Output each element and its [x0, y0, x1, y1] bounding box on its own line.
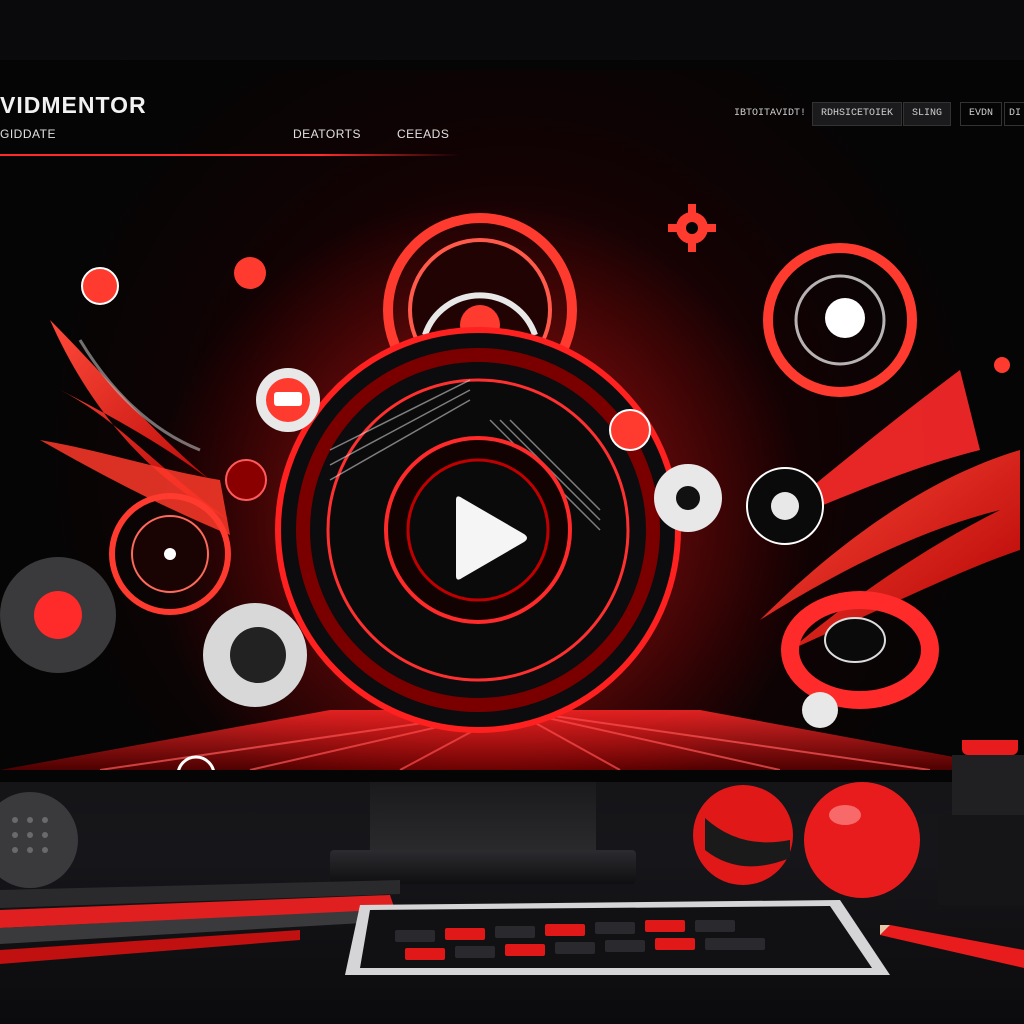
nav-button-4[interactable]: EVDN	[960, 102, 1003, 126]
nav-link-ceeads[interactable]: CEEADS	[397, 127, 449, 141]
keyboard	[345, 900, 890, 975]
nav-link-giddate[interactable]: GIDDATE	[0, 127, 56, 141]
play-icon[interactable]	[438, 490, 534, 586]
site-logo[interactable]: VIDMENTOR	[0, 92, 147, 119]
top-navigation-bar: VIDMENTOR GIDDATE DEATORTS CEEADS IBTOIT…	[0, 70, 1024, 156]
gear-icon	[668, 204, 716, 252]
monitor: VIDMENTOR GIDDATE DEATORTS CEEADS IBTOIT…	[0, 60, 1024, 782]
microphone-icon	[0, 792, 78, 888]
nav-button-1[interactable]: IBTOITAVIDT!	[725, 102, 815, 126]
desk-props	[0, 740, 1024, 975]
nav-button-5[interactable]: DI	[1004, 102, 1024, 126]
screen: VIDMENTOR GIDDATE DEATORTS CEEADS IBTOIT…	[0, 70, 1024, 770]
nav-link-deatorts[interactable]: DEATORTS	[293, 127, 361, 141]
nav-button-2[interactable]: RDHSICETOIEK	[812, 102, 903, 126]
hero-artwork	[0, 200, 1024, 770]
nav-button-3[interactable]: SLING	[903, 102, 952, 126]
